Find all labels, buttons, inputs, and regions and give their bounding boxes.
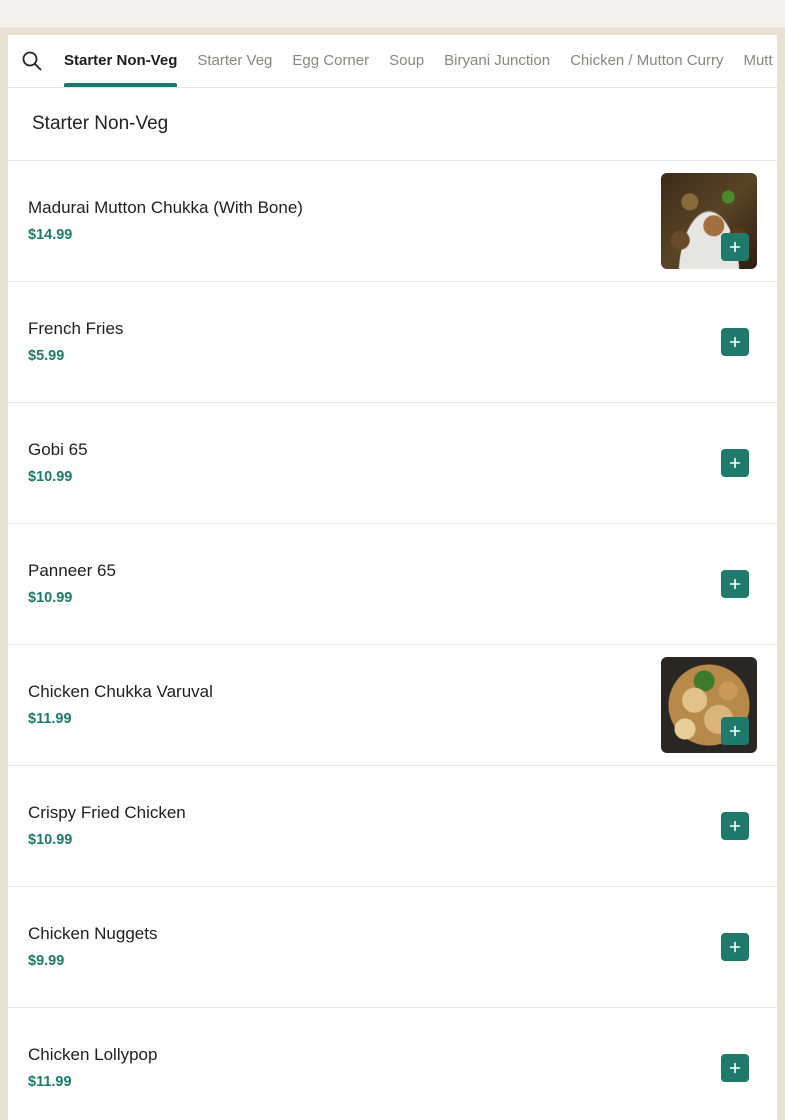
- plus-icon: [729, 725, 741, 737]
- item-name: Madurai Mutton Chukka (With Bone): [28, 198, 303, 217]
- item-name: French Fries: [28, 319, 124, 338]
- item-price: $11.99: [28, 711, 72, 727]
- menu-item[interactable]: Chicken Lollypop $11.99: [8, 1007, 777, 1120]
- item-name: Chicken Chukka Varuval: [28, 682, 213, 701]
- menu-item[interactable]: Chicken Chukka Varuval $11.99: [8, 644, 777, 765]
- add-item-button[interactable]: [721, 933, 749, 961]
- tab-egg-corner[interactable]: Egg Corner: [292, 35, 369, 87]
- plus-icon: [729, 1062, 741, 1074]
- plus-icon: [729, 457, 741, 469]
- plus-icon: [729, 578, 741, 590]
- tab-starter-veg[interactable]: Starter Veg: [197, 35, 272, 87]
- plus-icon: [729, 820, 741, 832]
- item-name: Chicken Lollypop: [28, 1045, 158, 1064]
- add-item-button[interactable]: [721, 1054, 749, 1082]
- tab-soup[interactable]: Soup: [389, 35, 424, 87]
- menu-item[interactable]: Chicken Nuggets $9.99: [8, 886, 777, 1007]
- category-tab-bar: Starter Non-Veg Starter Veg Egg Corner S…: [8, 35, 777, 88]
- tab-starter-non-veg[interactable]: Starter Non-Veg: [64, 35, 178, 87]
- add-item-button[interactable]: [721, 570, 749, 598]
- search-button[interactable]: [22, 51, 44, 73]
- add-item-button[interactable]: [721, 233, 749, 261]
- item-name: Chicken Nuggets: [28, 924, 158, 943]
- item-name: Panneer 65: [28, 561, 116, 580]
- menu-item[interactable]: French Fries $5.99: [8, 281, 777, 402]
- menu-item[interactable]: Panneer 65 $10.99: [8, 523, 777, 644]
- item-price: $10.99: [28, 832, 73, 848]
- section-title: Starter Non-Veg: [32, 113, 169, 134]
- item-price: $5.99: [28, 348, 65, 364]
- item-price: $14.99: [28, 227, 73, 243]
- search-icon: [22, 51, 42, 71]
- add-item-button[interactable]: [721, 328, 749, 356]
- tab-mutton-truncated[interactable]: Mutt: [743, 35, 772, 87]
- item-name: Gobi 65: [28, 440, 88, 459]
- menu-item[interactable]: Madurai Mutton Chukka (With Bone) $14.99: [8, 160, 777, 281]
- add-item-button[interactable]: [721, 812, 749, 840]
- tab-chicken-mutton-curry[interactable]: Chicken / Mutton Curry: [570, 35, 723, 87]
- plus-icon: [729, 241, 741, 253]
- category-tabs: Starter Non-Veg Starter Veg Egg Corner S…: [64, 35, 777, 87]
- tab-biryani-junction[interactable]: Biryani Junction: [444, 35, 550, 87]
- add-item-button[interactable]: [721, 717, 749, 745]
- item-price: $9.99: [28, 953, 65, 969]
- top-strip: [0, 0, 785, 27]
- menu-item[interactable]: Gobi 65 $10.99: [8, 402, 777, 523]
- menu-item-list: Madurai Mutton Chukka (With Bone) $14.99 F…: [8, 160, 777, 1120]
- menu-item[interactable]: Crispy Fried Chicken $10.99: [8, 765, 777, 886]
- menu-panel: Starter Non-Veg Starter Veg Egg Corner S…: [8, 35, 777, 1120]
- item-price: $10.99: [28, 469, 73, 485]
- item-price: $10.99: [28, 590, 73, 606]
- item-name: Crispy Fried Chicken: [28, 803, 186, 822]
- plus-icon: [729, 941, 741, 953]
- plus-icon: [729, 336, 741, 348]
- item-price: $11.99: [28, 1074, 72, 1090]
- add-item-button[interactable]: [721, 449, 749, 477]
